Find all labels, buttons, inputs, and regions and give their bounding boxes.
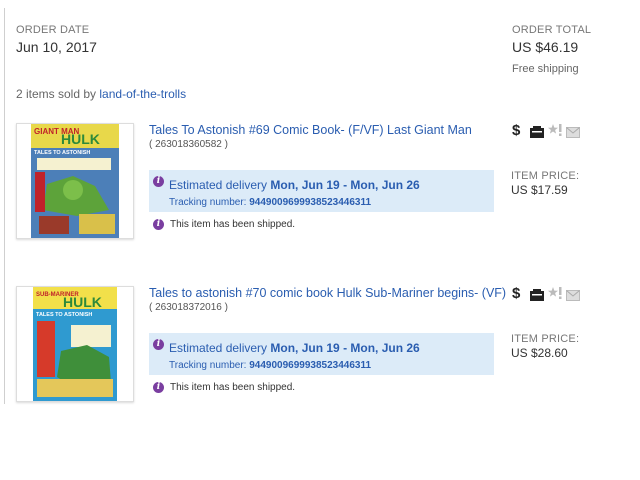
shipped-text: This item has been shipped. [170, 219, 296, 231]
item-actions: $ [510, 122, 590, 140]
item-price-label: ITEM PRICE: [511, 333, 580, 345]
tracking-line: Tracking number: 9449009699938523446311 [169, 197, 371, 208]
cover-series-text: TALES TO ASTONISH [34, 150, 90, 156]
item-title-link[interactable]: Tales To Astonish #69 Comic Book- (F/VF)… [149, 123, 472, 137]
delivery-info-box: i Estimated delivery Mon, Jun 19 - Mon, … [149, 170, 494, 212]
order-date-label: ORDER DATE [16, 24, 90, 36]
shipped-status: i This item has been shipped. [153, 382, 295, 393]
item-price-value: US $28.60 [511, 346, 568, 360]
estimated-delivery: Estimated delivery Mon, Jun 19 - Mon, Ju… [169, 341, 420, 355]
item-price-value: US $17.59 [511, 183, 568, 197]
shipped-text: This item has been shipped. [170, 382, 296, 394]
item-thumbnail[interactable]: GIANT MAN HULK TALES TO ASTONISH [16, 123, 134, 239]
item-number: ( 263018360582 ) [149, 139, 228, 150]
info-icon: i [153, 176, 164, 187]
dollar-icon[interactable]: $ [512, 285, 520, 302]
order-total-label: ORDER TOTAL [512, 24, 592, 36]
tracking-number-link[interactable]: 9449009699938523446311 [249, 197, 371, 208]
estimated-delivery-range: Mon, Jun 19 - Mon, Jun 26 [270, 341, 420, 355]
comic-cover-image: SUB-MARINER HULK TALES TO ASTONISH [33, 287, 117, 401]
order-item: GIANT MAN HULK TALES TO ASTONISH Tales T… [16, 120, 616, 270]
tracking-label: Tracking number: [169, 197, 247, 208]
feedback-star-icon[interactable] [548, 287, 562, 305]
seller-line: 2 items sold by land-of-the-trolls [16, 87, 186, 101]
item-title-link[interactable]: Tales to astonish #70 comic book Hulk Su… [149, 286, 506, 300]
estimated-delivery-label: Estimated delivery [169, 341, 268, 355]
dollar-icon[interactable]: $ [512, 122, 520, 139]
order-item: SUB-MARINER HULK TALES TO ASTONISH Tales… [16, 283, 616, 433]
feedback-star-icon[interactable] [548, 124, 562, 142]
item-price-label: ITEM PRICE: [511, 170, 580, 182]
info-icon: i [153, 339, 164, 350]
tracking-line: Tracking number: 9449009699938523446311 [169, 360, 371, 371]
order-date-value: Jun 10, 2017 [16, 39, 97, 55]
item-actions: $ [510, 285, 590, 303]
order-total-value: US $46.19 [512, 39, 579, 55]
info-icon: i [153, 382, 164, 393]
seller-link[interactable]: land-of-the-trolls [99, 87, 186, 101]
cover-hulk-text: HULK [61, 131, 100, 147]
comic-cover-image: GIANT MAN HULK TALES TO ASTONISH [31, 124, 119, 238]
estimated-delivery-range: Mon, Jun 19 - Mon, Jun 26 [270, 178, 420, 192]
estimated-delivery-label: Estimated delivery [169, 178, 268, 192]
tracking-label: Tracking number: [169, 360, 247, 371]
left-divider [4, 8, 5, 404]
envelope-icon[interactable] [566, 288, 580, 306]
package-icon[interactable] [530, 125, 544, 143]
item-number: ( 263018372016 ) [149, 302, 228, 313]
tracking-number-link[interactable]: 9449009699938523446311 [249, 360, 371, 371]
estimated-delivery: Estimated delivery Mon, Jun 19 - Mon, Ju… [169, 178, 420, 192]
info-icon: i [153, 219, 164, 230]
envelope-icon[interactable] [566, 125, 580, 143]
cover-series-text: TALES TO ASTONISH [36, 312, 92, 318]
cover-hulk-text: HULK [63, 294, 102, 310]
delivery-info-box: i Estimated delivery Mon, Jun 19 - Mon, … [149, 333, 494, 375]
shipped-status: i This item has been shipped. [153, 219, 295, 230]
package-icon[interactable] [530, 288, 544, 306]
seller-prefix: 2 items sold by [16, 87, 97, 101]
free-shipping-label: Free shipping [512, 63, 579, 75]
item-thumbnail[interactable]: SUB-MARINER HULK TALES TO ASTONISH [16, 286, 134, 402]
